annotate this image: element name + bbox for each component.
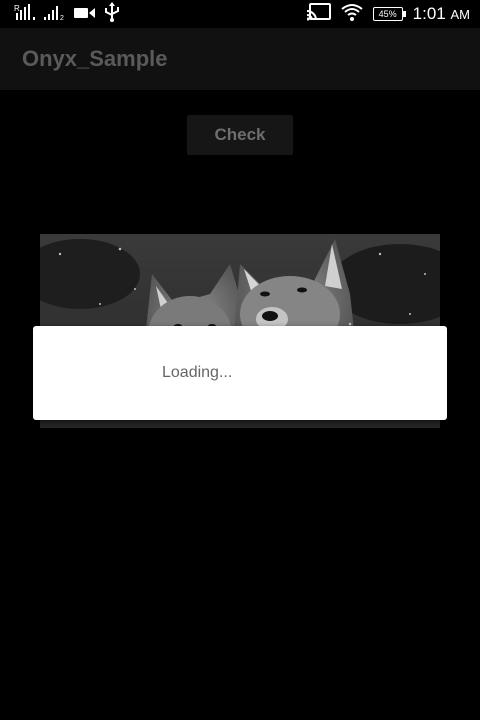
loading-dialog: Loading... [33,326,447,420]
loading-message: Loading... [162,364,233,381]
